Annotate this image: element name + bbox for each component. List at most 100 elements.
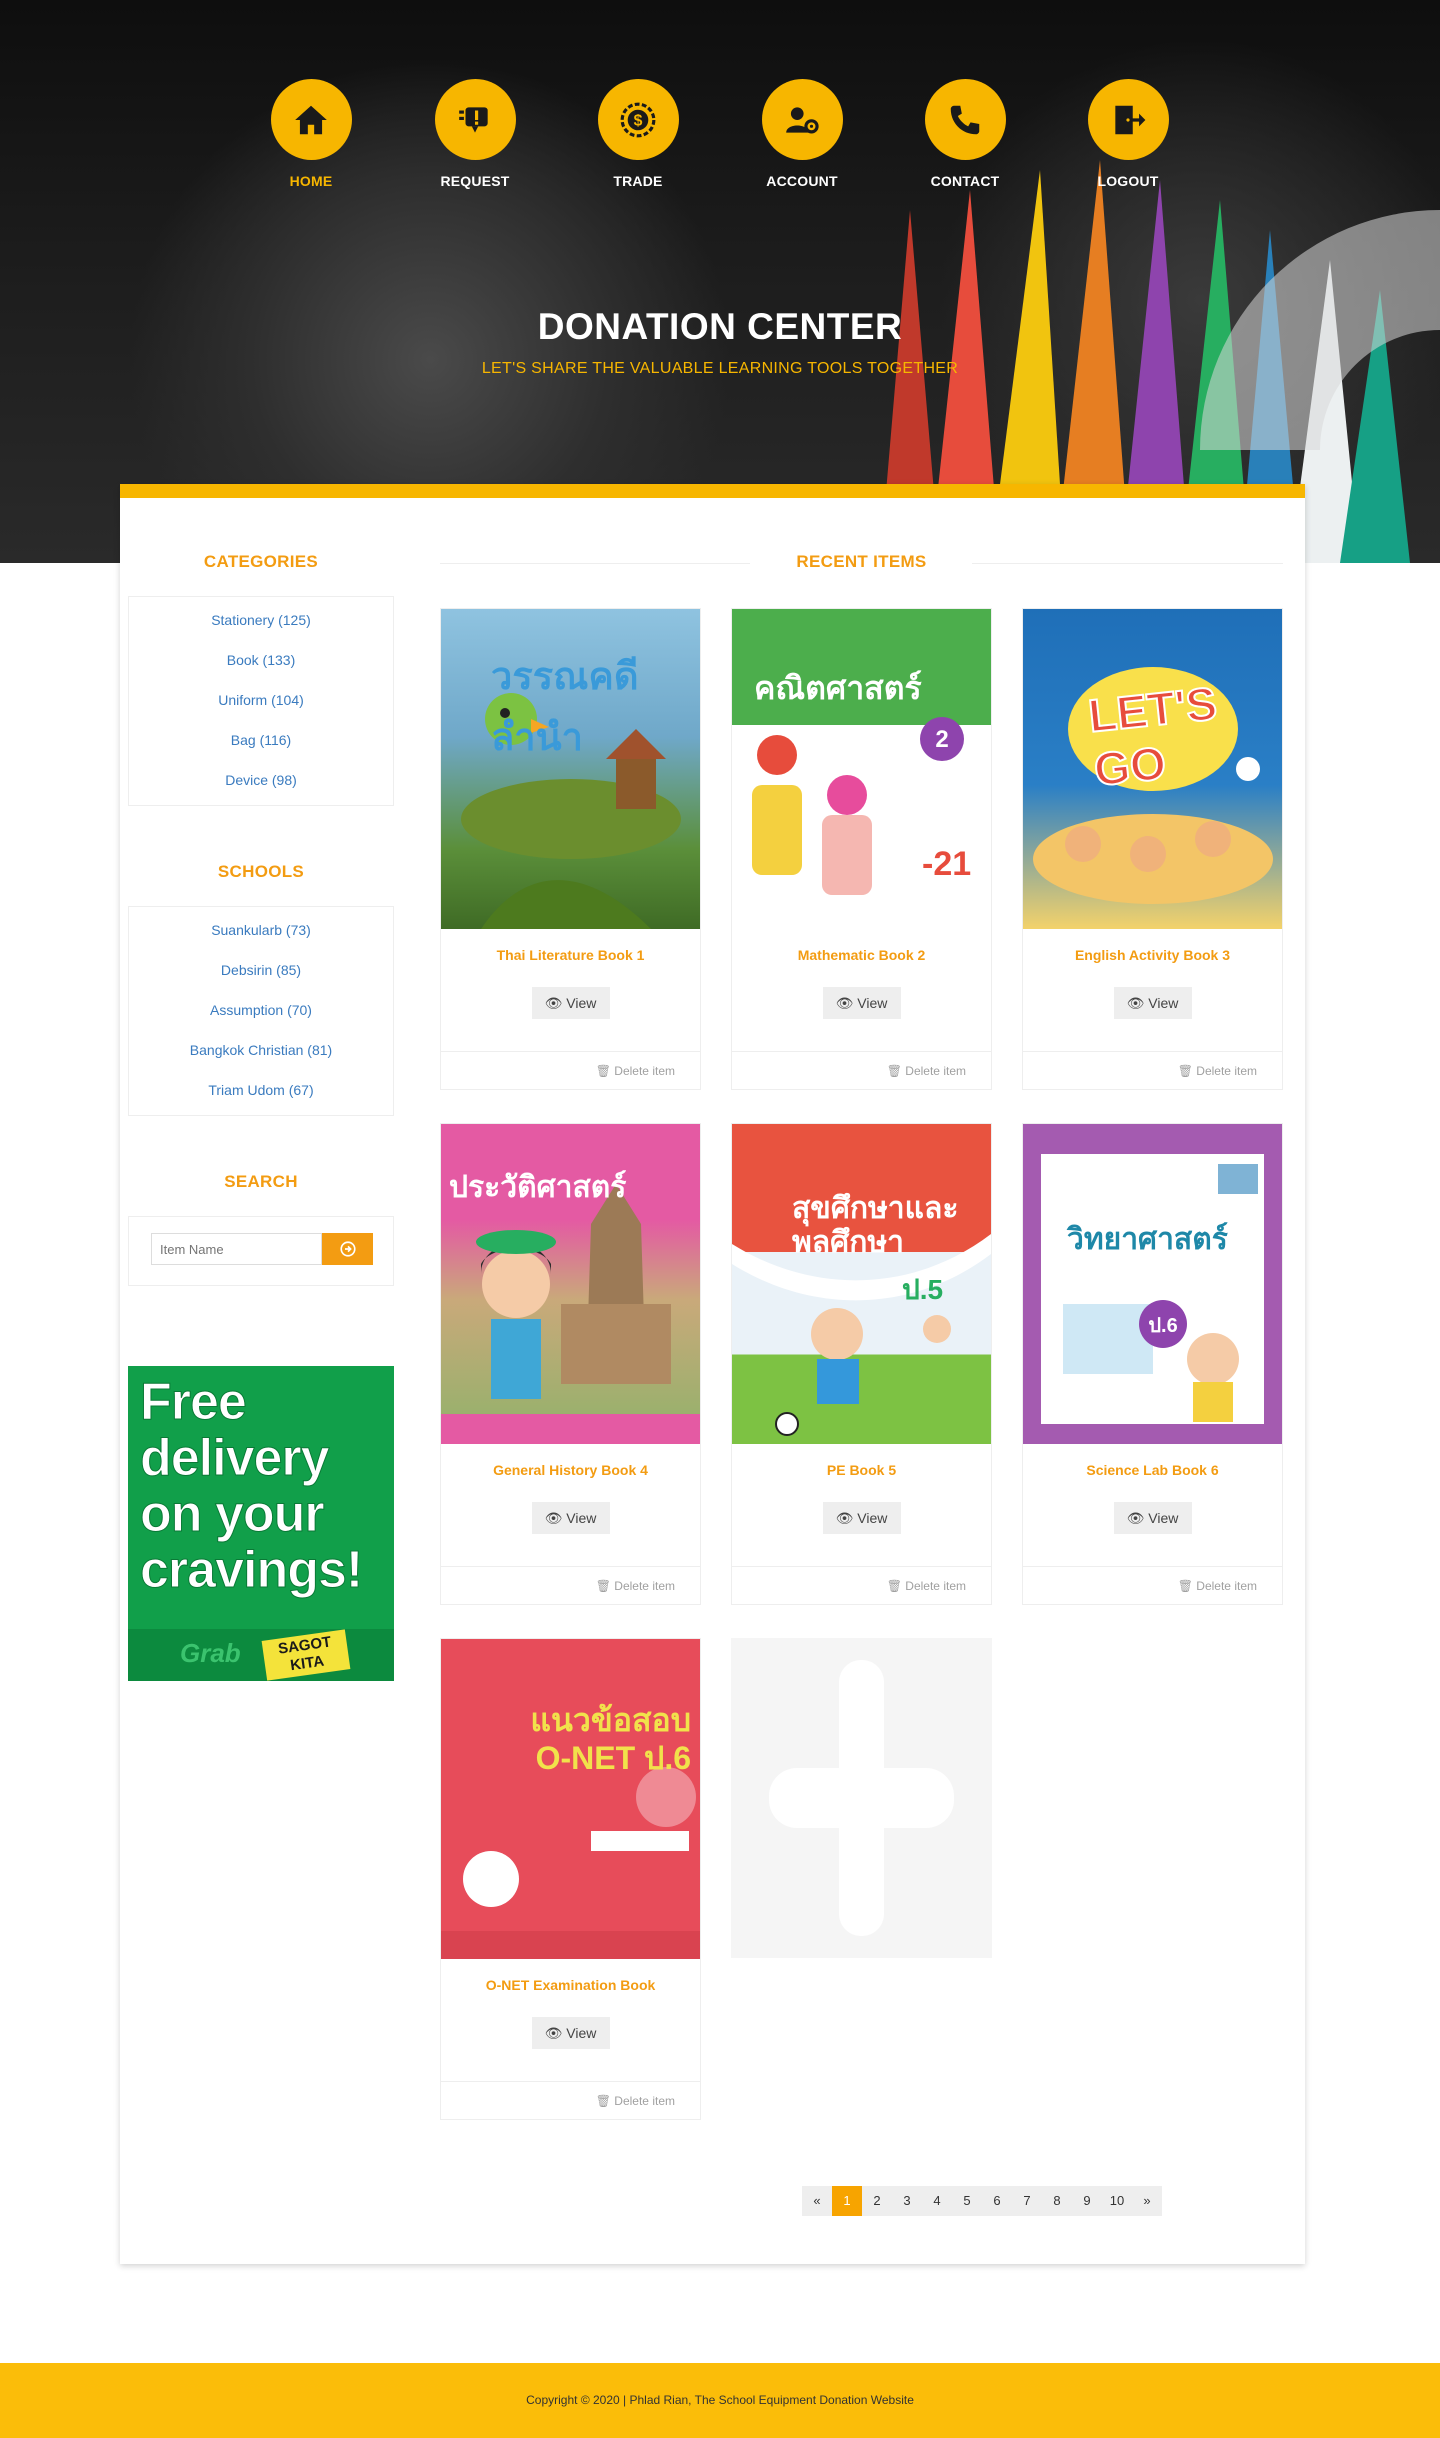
view-button[interactable]: 👁 View <box>1113 1502 1192 1534</box>
eye-icon: 👁 <box>1126 1510 1145 1526</box>
delete-item-link[interactable]: 🗑 Delete item <box>887 1579 966 1593</box>
category-link[interactable]: Device (98) <box>129 769 393 793</box>
grab-logo: Grab <box>180 1638 241 1668</box>
delete-label: Delete item <box>905 1579 966 1593</box>
sidebar: CATEGORIES Stationery (125) Book (133) U… <box>128 498 394 1681</box>
item-cover[interactable]: LET'S GO <box>1023 609 1282 929</box>
page-number[interactable]: 7 <box>1012 2186 1042 2216</box>
plus-icon <box>769 1660 954 1936</box>
search-box <box>128 1216 394 1286</box>
ad-headline: Free delivery on your cravings! <box>140 1373 364 1599</box>
nav-request[interactable]: REQUEST <box>415 79 535 189</box>
school-link[interactable]: Suankularb (73) <box>129 919 393 959</box>
search-button[interactable] <box>322 1233 373 1265</box>
ad-banner[interactable]: Free delivery on your cravings! Grab SAG… <box>128 1366 394 1681</box>
item-cover[interactable]: วรรณคดีลำนำ <box>441 609 700 929</box>
category-link[interactable]: Stationery (125) <box>129 609 393 649</box>
item-title[interactable]: General History Book 4 <box>441 1462 700 1482</box>
category-link[interactable]: Book (133) <box>129 649 393 689</box>
item-title[interactable]: PE Book 5 <box>732 1462 991 1482</box>
item-title[interactable]: Mathematic Book 2 <box>732 947 991 967</box>
delete-item-link[interactable]: 🗑 Delete item <box>596 2094 675 2108</box>
view-label: View <box>1148 1510 1179 1526</box>
item-cover[interactable]: ป.5 สุขศึกษาและพลศึกษา <box>732 1124 991 1444</box>
cover-title: วิทยาศาสตร์ <box>1067 1223 1228 1256</box>
item-title[interactable]: O-NET Examination Book <box>441 1977 700 1997</box>
hero-title: DONATION CENTER <box>537 306 903 347</box>
item-footer: 🗑 Delete item <box>441 1051 700 1089</box>
nav-logout-circle <box>1087 79 1169 160</box>
item-card: ป.6 วิทยาศาสตร์ Science Lab Book 6 👁 Vie… <box>1022 1123 1283 1605</box>
school-link[interactable]: Assumption (70) <box>129 999 393 1039</box>
eye-icon: 👁 <box>835 995 854 1011</box>
category-link[interactable]: Uniform (104) <box>129 689 393 729</box>
view-button[interactable]: 👁 View <box>531 987 610 1019</box>
view-button[interactable]: 👁 View <box>822 1502 901 1534</box>
main-container: CATEGORIES Stationery (125) Book (133) U… <box>120 484 1305 2264</box>
delete-label: Delete item <box>614 1064 675 1078</box>
delete-item-link[interactable]: 🗑 Delete item <box>596 1579 675 1593</box>
delete-item-link[interactable]: 🗑 Delete item <box>887 1064 966 1078</box>
nav-account-label: ACCOUNT <box>766 173 838 189</box>
cover-illustration <box>441 1767 700 1959</box>
page-number[interactable]: 2 <box>862 2186 892 2216</box>
request-icon <box>459 106 488 133</box>
svg-text:-21: -21 <box>922 845 971 883</box>
nav-home[interactable]: HOME <box>251 79 371 189</box>
item-card: 2 -21 คณิตศาสตร์ Mathematic Book 2 👁 Vie… <box>731 608 992 1090</box>
nav-contact[interactable]: CONTACT <box>905 79 1025 189</box>
search-input[interactable] <box>151 1233 322 1265</box>
page-number[interactable]: 8 <box>1042 2186 1072 2216</box>
item-card: LET'S GO English Activity Book 3 👁 View … <box>1022 608 1283 1090</box>
nav-account[interactable]: ACCOUNT <box>742 79 862 189</box>
nav-home-circle <box>270 79 352 160</box>
add-item-card[interactable] <box>731 1638 992 1958</box>
page-next[interactable]: » <box>1132 2186 1162 2216</box>
delete-item-link[interactable]: 🗑 Delete item <box>1178 1579 1257 1593</box>
home-icon <box>295 105 327 134</box>
item-cover[interactable]: ป.6 วิทยาศาสตร์ <box>1023 1124 1282 1444</box>
item-cover[interactable]: ประวัติศาสตร์ <box>441 1124 700 1444</box>
item-cover[interactable]: แนวข้อสอบ O-NET ป.6 <box>441 1639 700 1959</box>
view-button[interactable]: 👁 View <box>822 987 901 1019</box>
pagination: « 1 2 3 4 5 6 7 8 9 10 » <box>802 2186 1162 2216</box>
page-number[interactable]: 1 <box>832 2186 862 2216</box>
page-number[interactable]: 3 <box>892 2186 922 2216</box>
page-number[interactable]: 10 <box>1102 2186 1132 2216</box>
schools-list: Suankularb (73) Debsirin (85) Assumption… <box>128 906 394 1116</box>
item-title[interactable]: Thai Literature Book 1 <box>441 947 700 967</box>
view-button[interactable]: 👁 View <box>1113 987 1192 1019</box>
nav-trade-circle: $ <box>597 79 679 160</box>
trash-icon: 🗑 <box>1177 1579 1193 1593</box>
page-prev[interactable]: « <box>802 2186 832 2216</box>
trash-icon: 🗑 <box>886 1064 902 1078</box>
item-card: วรรณคดีลำนำ Thai Literature Book 1 👁 Vie… <box>440 608 701 1090</box>
item-cover[interactable]: 2 -21 คณิตศาสตร์ <box>732 609 991 929</box>
hero-banner: HOME REQUEST $ TRADE ACCOUNT CONTACT LOG… <box>0 0 1440 563</box>
view-button[interactable]: 👁 View <box>531 1502 610 1534</box>
page-number[interactable]: 5 <box>952 2186 982 2216</box>
delete-item-link[interactable]: 🗑 Delete item <box>596 1064 675 1078</box>
delete-item-link[interactable]: 🗑 Delete item <box>1178 1064 1257 1078</box>
page-number[interactable]: 9 <box>1072 2186 1102 2216</box>
nav-trade[interactable]: $ TRADE <box>578 79 698 189</box>
school-link[interactable]: Debsirin (85) <box>129 959 393 999</box>
svg-text:2: 2 <box>935 726 948 753</box>
cover-title: ประวัติศาสตร์ <box>449 1171 627 1204</box>
recent-items-section: RECENT ITEMS วรรณคดีลำนำ Thai Literature… <box>440 498 1283 2120</box>
view-button[interactable]: 👁 View <box>531 2017 610 2049</box>
category-link[interactable]: Bag (116) <box>129 729 393 769</box>
item-footer: 🗑 Delete item <box>441 2081 700 2119</box>
item-title[interactable]: English Activity Book 3 <box>1023 947 1282 967</box>
arrow-circle-right-icon <box>339 1241 356 1257</box>
cover-illustration: ป.5 <box>732 1234 991 1436</box>
page-number[interactable]: 4 <box>922 2186 952 2216</box>
view-label: View <box>566 2025 597 2041</box>
item-title[interactable]: Science Lab Book 6 <box>1023 1462 1282 1482</box>
nav-logout[interactable]: LOGOUT <box>1068 79 1188 189</box>
cover-title: แนวข้อสอบ O-NET ป.6 <box>530 1702 691 1776</box>
page-number[interactable]: 6 <box>982 2186 1012 2216</box>
school-link[interactable]: Triam Udom (67) <box>129 1079 393 1103</box>
logout-icon <box>1115 105 1146 134</box>
school-link[interactable]: Bangkok Christian (81) <box>129 1039 393 1079</box>
